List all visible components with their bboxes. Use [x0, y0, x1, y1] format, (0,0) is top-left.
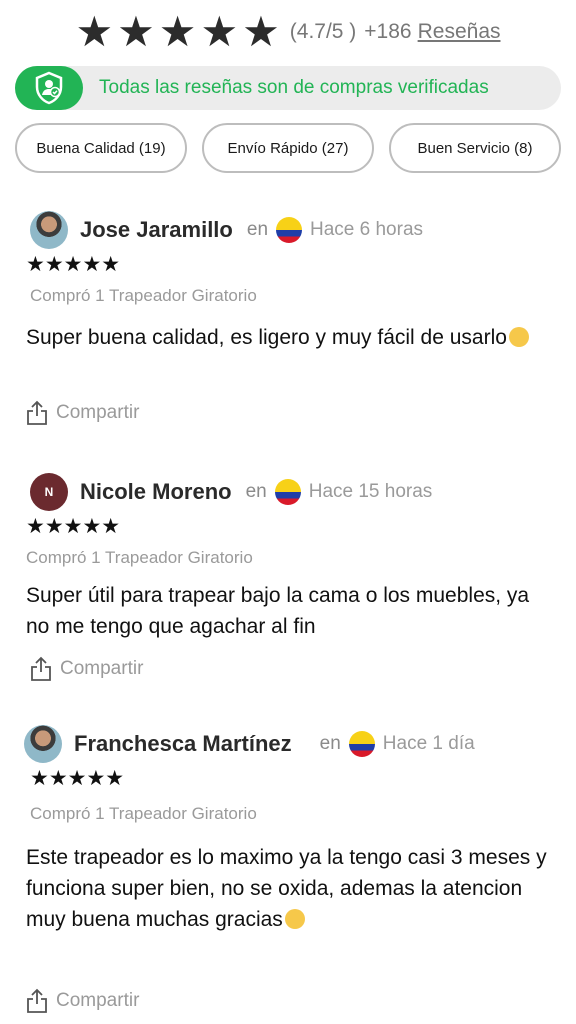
review-time: Hace 15 horas [308, 481, 433, 502]
purchase-info: Compró 1 Trapeador Giratorio [26, 548, 253, 567]
tag-buen-servicio[interactable]: Buen Servicio (8) [389, 123, 561, 173]
tag-buena-calidad[interactable]: Buena Calidad (19) [15, 123, 187, 173]
rating-value: (4.7/5 ) [289, 20, 357, 43]
verified-text: Todas las reseñas son de compras verific… [99, 77, 489, 98]
review-stars-text: ★★★★★ [30, 766, 125, 790]
review-item: N Nicole Moreno en Hace 15 horas ★★★★★ C… [0, 472, 576, 702]
share-button[interactable]: Compartir [26, 400, 139, 426]
review-tags: Buena Calidad (19) Envío Rápido (27) Bue… [15, 123, 561, 173]
star-icon: ★ [200, 7, 239, 56]
share-icon [27, 400, 47, 425]
reviewer-name: Nicole Moreno [80, 479, 232, 504]
colombia-flag-icon [274, 479, 301, 505]
review-stars: ★★★★★ [30, 766, 124, 790]
reviewer-name: Jose Jaramillo [80, 217, 233, 242]
review-text: Super buena calidad, es ligero y muy fác… [26, 322, 556, 353]
star-icon: ★ [158, 7, 197, 56]
review-stars-text: ★★★★★ [26, 514, 121, 538]
review-count: +186 [364, 20, 412, 43]
shield-user-check-icon [35, 71, 63, 105]
ok-hand-emoji [508, 327, 529, 347]
reviews-link[interactable]: Reseñas [418, 20, 501, 44]
purchase-info: Compró 1 Trapeador Giratorio [30, 286, 257, 305]
colombia-flag-icon [348, 731, 375, 757]
rating-summary: ★ ★ ★ ★ ★ (4.7/5 ) +186 Reseñas [0, 10, 576, 54]
share-label: Compartir [56, 990, 140, 1011]
share-label: Compartir [56, 402, 140, 423]
share-icon [31, 656, 51, 681]
review-header: Franchesca Martínez en Hace 1 día [24, 724, 475, 764]
purchase-info: Compró 1 Trapeador Giratorio [30, 804, 257, 823]
review-body: Super útil para trapear bajo la cama o l… [26, 584, 530, 638]
verified-purchases-banner: Todas las reseñas son de compras verific… [15, 66, 561, 110]
review-time: Hace 1 día [382, 733, 475, 754]
share-button[interactable]: Compartir [30, 656, 143, 682]
verified-badge [15, 66, 83, 110]
review-stars: ★★★★★ [26, 252, 120, 276]
share-button[interactable]: Compartir [26, 988, 139, 1014]
star-icon: ★ [117, 7, 155, 56]
colombia-flag-icon [276, 217, 303, 243]
review-header: Jose Jaramillo en Hace 6 horas [30, 210, 423, 250]
avatar [30, 211, 68, 249]
tag-envio-rapido[interactable]: Envío Rápido (27) [202, 123, 374, 173]
country-prefix: en [319, 733, 341, 754]
rating-stars: ★ ★ ★ ★ ★ [75, 10, 279, 54]
review-text: Este trapeador es lo maximo ya la tengo … [26, 842, 556, 935]
country-prefix: en [246, 219, 269, 240]
review-text: Super útil para trapear bajo la cama o l… [26, 580, 556, 642]
review-body: Super buena calidad, es ligero y muy fác… [26, 326, 507, 349]
avatar [24, 725, 62, 763]
country-prefix: en [245, 481, 267, 502]
star-icon: ★ [242, 7, 280, 56]
review-header: N Nicole Moreno en Hace 15 horas [30, 472, 432, 512]
review-item: Franchesca Martínez en Hace 1 día ★★★★★ … [0, 724, 576, 1024]
share-label: Compartir [60, 658, 144, 679]
smiling-face-emoji [284, 909, 305, 929]
share-icon [27, 988, 47, 1013]
review-item: Jose Jaramillo en Hace 6 horas ★★★★★ Com… [0, 210, 576, 440]
review-stars-text: ★★★★★ [26, 252, 121, 276]
review-time: Hace 6 horas [310, 219, 424, 240]
star-icon: ★ [75, 7, 114, 56]
reviewer-name: Franchesca Martínez [74, 731, 292, 756]
avatar-initial: N [44, 485, 54, 499]
review-stars: ★★★★★ [26, 514, 120, 538]
avatar: N [30, 473, 68, 511]
